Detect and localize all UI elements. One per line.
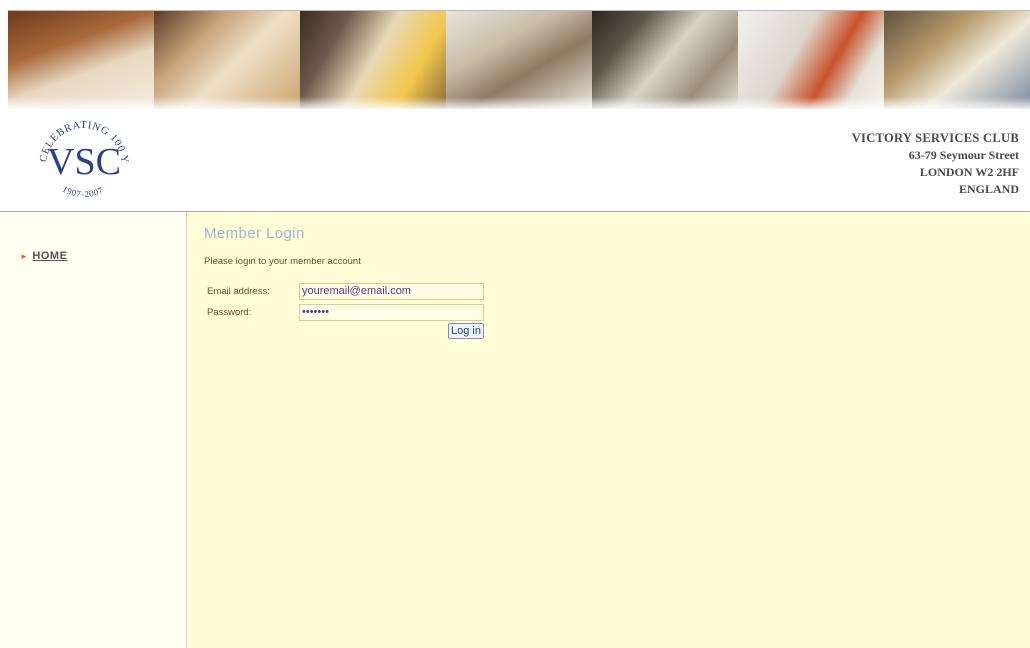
address-country: ENGLAND: [958, 182, 1019, 196]
lounge-photo: [300, 11, 446, 109]
password-label: Password:: [207, 307, 252, 318]
logo-monogram: VSC: [47, 141, 121, 183]
address-street: 63-79 Seymour Street: [908, 148, 1019, 162]
front-desk-photo: [738, 11, 884, 109]
building-exterior-photo: [592, 11, 738, 109]
home-link[interactable]: HOME: [32, 250, 67, 262]
login-instructions: Please login to your member account: [204, 256, 361, 267]
main-content: Member Login Please login to your member…: [187, 212, 1030, 648]
svg-text:1907-2007: 1907-2007: [61, 184, 106, 199]
bedroom-photo: [154, 11, 300, 109]
email-label: Email address:: [207, 286, 270, 297]
meeting-room-photo: [884, 11, 1030, 109]
header-banner: [8, 10, 1030, 109]
club-name: VICTORY SERVICES CLUB: [851, 131, 1019, 145]
club-address: VICTORY SERVICES CLUB 63-79 Seymour Stre…: [852, 130, 1019, 198]
email-field[interactable]: [299, 283, 484, 300]
password-field[interactable]: [299, 304, 484, 321]
arrow-right-icon: ►: [20, 251, 29, 261]
reception-photo: [446, 11, 592, 109]
sidebar-item-home[interactable]: ► HOME: [20, 250, 67, 262]
login-button[interactable]: Log in: [448, 323, 484, 339]
logo-years: 1907-2007: [61, 184, 105, 199]
address-city: LONDON W2 2HF: [919, 165, 1019, 179]
vsc-centenary-logo[interactable]: CELEBRATING 100 YEARS VSC 1907-2007: [28, 104, 136, 208]
sidebar: ► HOME: [0, 212, 187, 648]
restaurant-photo: [8, 11, 154, 109]
page-title: Member Login: [204, 225, 305, 242]
